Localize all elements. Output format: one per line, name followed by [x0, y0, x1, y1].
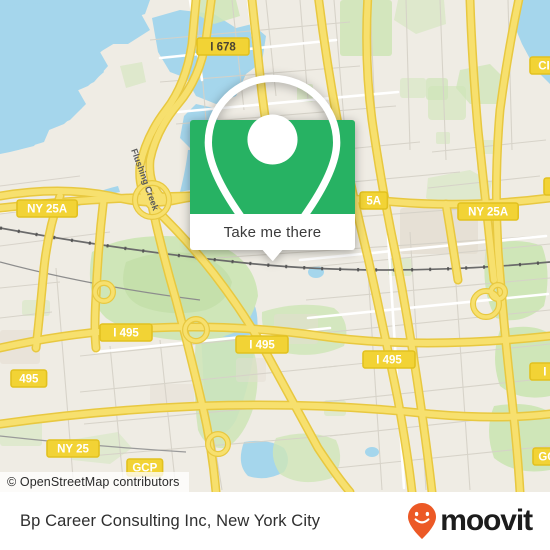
map-pin-icon — [204, 74, 341, 261]
map-canvas[interactable]: Flushing Creek I 678CIPNY 25A5ANY 25ANI … — [0, 0, 550, 492]
highway-shield-label: GCP — [538, 452, 550, 464]
moovit-wordmark: moovit — [440, 504, 533, 537]
highway-shield-label: I 495 — [376, 355, 402, 367]
highway-shield-label: NY 25A — [27, 204, 67, 216]
highway-shield: 495 — [10, 369, 48, 388]
highway-shield-label: CIP — [538, 61, 550, 73]
highway-shield: I 495 — [99, 323, 153, 342]
highway-shield-label: I 495 — [113, 328, 139, 340]
highway-shield: I 295 — [529, 362, 550, 381]
highway-shield-label: 5A — [366, 196, 381, 208]
highway-shield-label: 495 — [19, 374, 39, 386]
location-popup[interactable]: Take me there — [190, 74, 355, 261]
moovit-smile-pin-icon — [408, 503, 437, 539]
highway-shield: 5A — [359, 191, 389, 210]
highway-shield: CIP — [529, 56, 550, 75]
highway-shield-label: NY 25A — [468, 207, 508, 219]
take-me-there-label: Take me there — [223, 223, 322, 241]
popup-header — [190, 74, 355, 261]
highway-shield: NY 25A — [16, 199, 79, 218]
highway-shield: GCP — [532, 447, 550, 466]
highway-shield-label: NY 25 — [57, 444, 89, 456]
moovit-logo[interactable]: moovit — [407, 502, 533, 540]
moovit-map-screenshot: Flushing Creek I 678CIPNY 25A5ANY 25ANI … — [0, 0, 550, 550]
highway-shield: NY 25A — [457, 202, 520, 221]
highway-shield: NY 25 — [46, 439, 100, 458]
footer-bar: Bp Career Consulting Inc, New York City … — [0, 492, 550, 550]
popup-tail — [263, 250, 282, 261]
place-title: Bp Career Consulting Inc, New York City — [20, 511, 321, 530]
highway-shield: N — [543, 177, 550, 196]
highway-shield-label: I 295 — [543, 367, 550, 379]
highway-shield: I 495 — [362, 350, 416, 369]
osm-attribution[interactable]: © OpenStreetMap contributors — [0, 472, 189, 492]
